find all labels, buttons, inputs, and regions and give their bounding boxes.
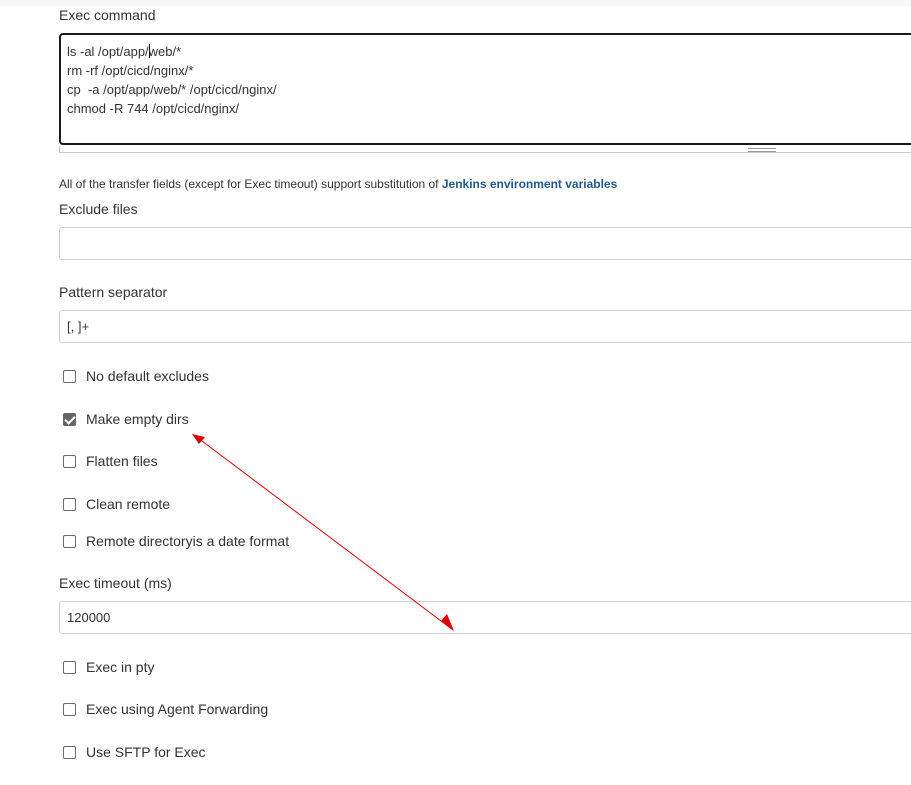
double-headed-arrow-icon — [192, 434, 454, 631]
annotation-arrowhead-start — [192, 434, 205, 444]
annotation-arrowhead-end — [441, 614, 454, 631]
annotation-arrow-line — [193, 434, 454, 631]
